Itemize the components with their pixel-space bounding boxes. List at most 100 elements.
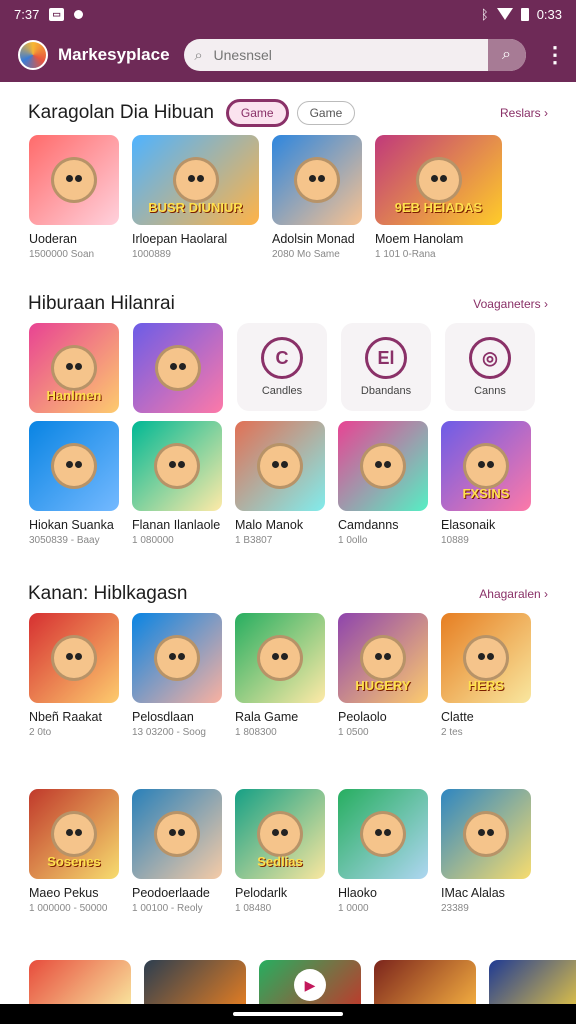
play-icon[interactable]: ▶	[294, 969, 326, 1001]
section-3-see-all-link[interactable]: Ahagaralen ›	[479, 587, 548, 601]
game-card[interactable]: 9EB HEIADAS Moem Hanolam 1 101 0-Rana	[375, 135, 502, 260]
game-card[interactable]: Rala Game 1 808300	[235, 613, 325, 738]
game-thumbnail[interactable]: ▶	[259, 960, 361, 1010]
game-subtitle: 2 tes	[441, 727, 463, 738]
game-thumbnail[interactable]: FXSINS	[441, 421, 531, 511]
game-card[interactable]: Sosenes Maeo Pekus 1 000000 - 50000	[29, 789, 119, 914]
app-logo[interactable]	[18, 40, 48, 70]
character-illustration	[294, 157, 340, 203]
featured-thumbnail[interactable]: Hanlmen	[29, 323, 119, 413]
section-1: Karagolan Dia Hibuan Game Game Reslars ›	[0, 98, 576, 128]
thumbnail-banner-text: BUSR DIUNIUR	[148, 200, 243, 215]
home-gesture-bar[interactable]	[233, 1012, 343, 1016]
game-thumbnail[interactable]	[29, 135, 119, 225]
game-subtitle: 1 0000	[338, 903, 369, 914]
messenger-icon	[73, 9, 83, 19]
app-title: Markesyplace	[58, 45, 170, 64]
featured-card[interactable]: Hanlmen	[29, 323, 119, 413]
game-thumbnail[interactable]	[374, 960, 476, 1010]
character-illustration	[463, 811, 509, 857]
game-title: Malo Manok	[235, 518, 304, 532]
section-3: Kanan: Hiblkagasn Ahagaralen ›	[0, 579, 576, 609]
game-thumbnail[interactable]	[132, 613, 222, 703]
game-thumbnail[interactable]	[29, 421, 119, 511]
game-card[interactable]: HUGERY Peolaolo 1 0500	[338, 613, 428, 738]
section-1-see-all-link[interactable]: Reslars ›	[500, 106, 548, 120]
character-illustration	[360, 635, 406, 681]
game-thumbnail[interactable]: 9EB HEIADAS	[375, 135, 502, 225]
search-input[interactable]	[213, 47, 488, 63]
bluetooth-icon: ᛒ	[480, 6, 489, 22]
category-tile[interactable]: C Candles	[237, 323, 327, 411]
character-illustration	[154, 635, 200, 681]
search-button[interactable]: ⌕	[487, 39, 526, 71]
game-thumbnail[interactable]: Sedlias	[235, 789, 325, 879]
game-thumbnail[interactable]	[338, 421, 428, 511]
game-thumbnail[interactable]	[489, 960, 576, 1010]
game-thumbnail[interactable]: BUSR DIUNIUR	[132, 135, 259, 225]
game-thumbnail[interactable]	[144, 960, 246, 1010]
game-subtitle: 1 808300	[235, 727, 277, 738]
game-thumbnail[interactable]: Sosenes	[29, 789, 119, 879]
battery-icon	[520, 7, 529, 21]
game-thumbnail[interactable]	[29, 613, 119, 703]
game-card[interactable]: IMac Alalas 23389	[441, 789, 531, 914]
game-thumbnail[interactable]: HERS	[441, 613, 531, 703]
thumbnail-banner-text: HUGERY	[355, 678, 411, 693]
game-thumbnail[interactable]	[235, 613, 325, 703]
game-card[interactable]: Camdanns 1 0ollo	[338, 421, 428, 546]
game-card[interactable]: Uoderan 1500000 Soan	[29, 135, 119, 260]
chip-game[interactable]: Game	[296, 101, 356, 125]
game-title: Flanan Ilanlaole	[132, 518, 221, 532]
game-subtitle: 1 00100 - Reoly	[132, 903, 203, 914]
chip-game-active[interactable]: Game	[225, 99, 289, 127]
game-title: Peolaolo	[338, 710, 387, 724]
game-card[interactable]: Hlaoko 1 0000	[338, 789, 428, 914]
game-title: Pelosdlaan	[132, 710, 194, 724]
game-card[interactable]: Sedlias Pelodarlk 1 08480	[235, 789, 325, 914]
more-menu-icon[interactable]: ⋮	[544, 42, 566, 68]
thumbnail-banner-text: Sosenes	[47, 854, 101, 869]
game-thumbnail[interactable]	[338, 789, 428, 879]
game-title: IMac Alalas	[441, 886, 505, 900]
game-title: Rala Game	[235, 710, 299, 724]
game-subtitle: 10889	[441, 535, 469, 546]
game-card[interactable]: Peodoerlaade 1 00100 - Reoly	[132, 789, 222, 914]
game-title: Uoderan	[29, 232, 77, 246]
game-card[interactable]: Pelosdlaan 13 03200 - Soog	[132, 613, 222, 738]
section-2: Hiburaan Hilanrai Voaganeters ›	[0, 289, 576, 319]
character-illustration	[51, 345, 97, 391]
game-card[interactable]: Hiokan Suanka 3050839 - Baay	[29, 421, 119, 546]
game-thumbnail[interactable]	[29, 960, 131, 1010]
category-tile[interactable]: ◎ Canns	[445, 323, 535, 411]
character-illustration	[257, 443, 303, 489]
game-card[interactable]: HERS Clatte 2 tes	[441, 613, 531, 738]
character-illustration	[51, 443, 97, 489]
game-thumbnail[interactable]	[132, 421, 222, 511]
character-illustration	[257, 811, 303, 857]
game-subtitle: 1 080000	[132, 535, 174, 546]
game-card[interactable]: BUSR DIUNIUR Irloepan Haolaral 1000889	[132, 135, 259, 260]
game-card[interactable]: Flanan Ilanlaole 1 080000	[132, 421, 222, 546]
game-card[interactable]: FXSINS Elasonaik 10889	[441, 421, 531, 546]
category-label: Canns	[474, 385, 506, 397]
game-thumbnail[interactable]	[132, 789, 222, 879]
section-5-row: ▶	[29, 960, 576, 1010]
game-thumbnail[interactable]	[441, 789, 531, 879]
game-thumbnail[interactable]: HUGERY	[338, 613, 428, 703]
featured-thumbnail[interactable]	[133, 323, 223, 413]
category-tile[interactable]: El Dbandans	[341, 323, 431, 411]
character-illustration	[172, 157, 219, 203]
character-illustration	[154, 443, 200, 489]
thumbnail-banner-text: HERS	[467, 678, 505, 693]
game-card[interactable]: Adolsin Monad 2080 Mo Same	[272, 135, 362, 260]
game-card[interactable]: Nbeñ Raakat 2 0to	[29, 613, 119, 738]
game-card[interactable]: Malo Manok 1 B3807	[235, 421, 325, 546]
featured-card[interactable]	[133, 323, 223, 413]
section-2-row: Hiokan Suanka 3050839 - Baay Flanan Ilanla…	[29, 421, 531, 546]
game-thumbnail[interactable]	[272, 135, 362, 225]
search-bar[interactable]: ⌕ ⌕	[183, 39, 526, 71]
category-icon: El	[365, 337, 407, 379]
game-thumbnail[interactable]	[235, 421, 325, 511]
section-2-see-all-link[interactable]: Voaganeters ›	[473, 297, 548, 311]
